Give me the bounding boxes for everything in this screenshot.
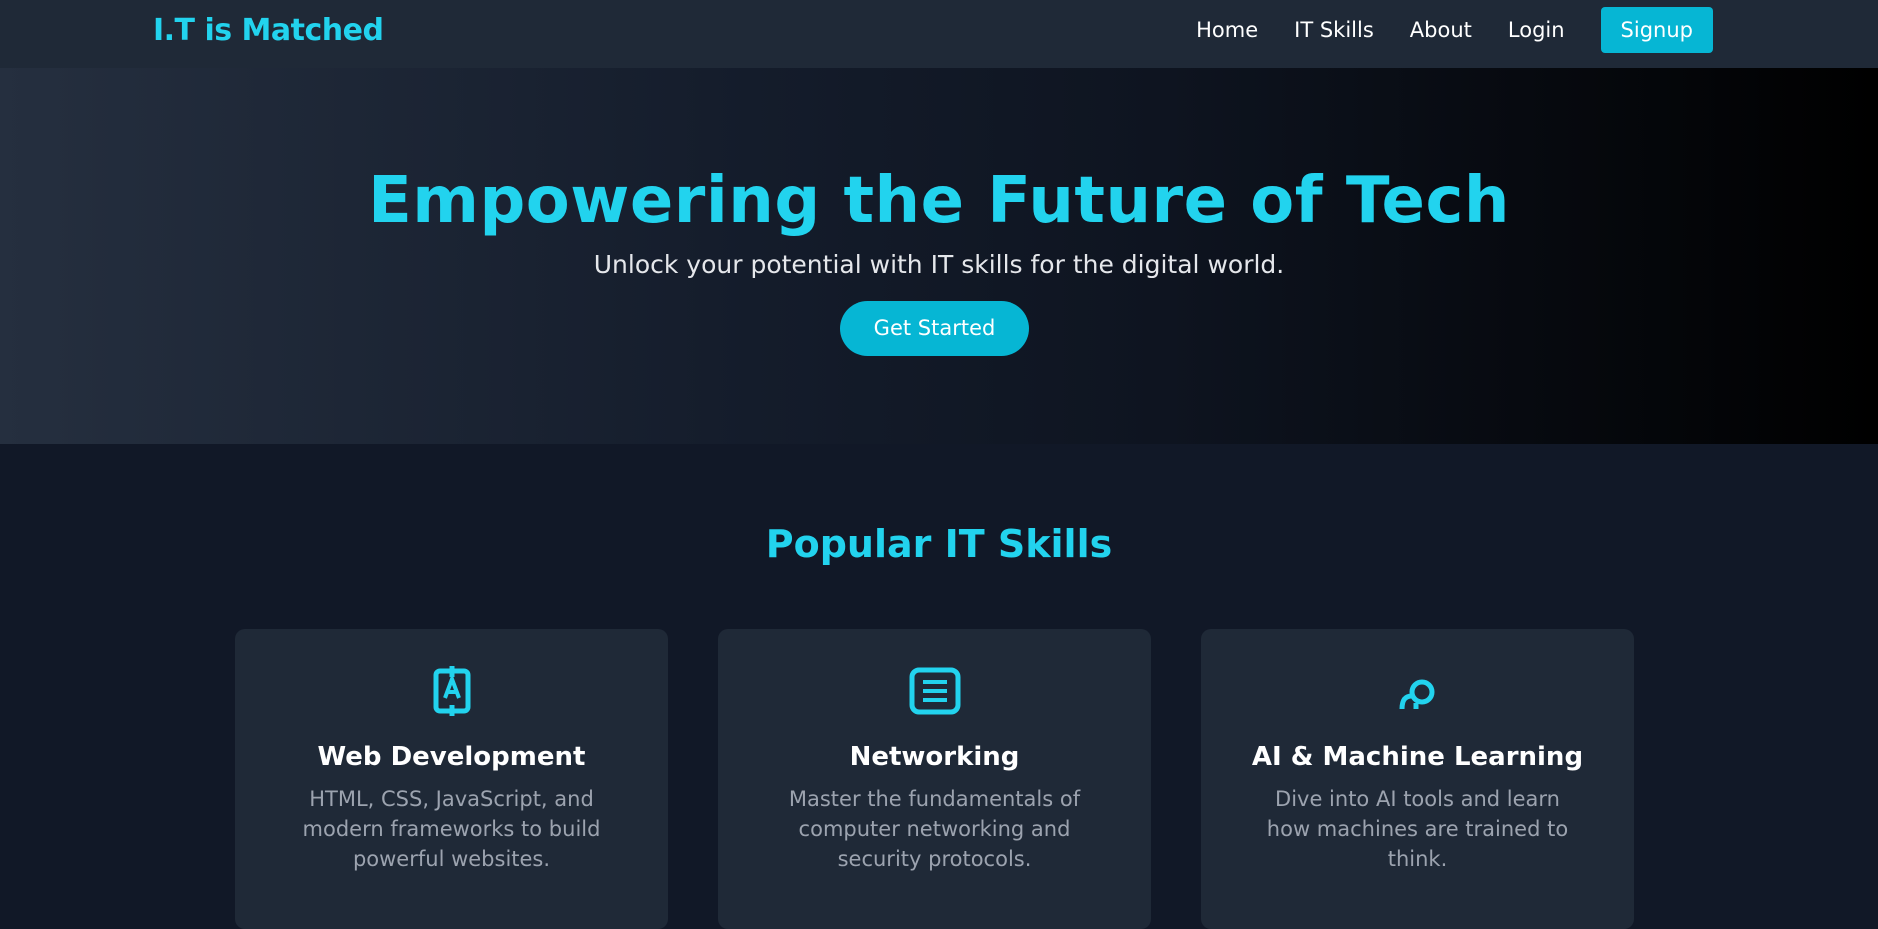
code-slash-icon	[235, 663, 668, 719]
nav-links: Home IT Skills About Login Signup	[1196, 7, 1713, 53]
get-started-button[interactable]: Get Started	[840, 301, 1029, 356]
skill-card-description: Master the fundamentals of computer netw…	[788, 787, 1081, 871]
nav-link-login[interactable]: Login	[1508, 18, 1565, 42]
skill-card-title: AI & Machine Learning	[1251, 742, 1584, 772]
document-lines-icon	[718, 663, 1151, 719]
brain-icon	[1201, 663, 1634, 719]
hero-section: Empowering the Future of Tech Unlock you…	[0, 68, 1878, 444]
skill-card-networking[interactable]: Networking Master the fundamentals of co…	[718, 629, 1151, 929]
skills-section: Popular IT Skills Web Development HTML, …	[0, 444, 1878, 929]
nav-link-about[interactable]: About	[1410, 18, 1472, 42]
skill-card-description: Dive into AI tools and learn how machine…	[1266, 787, 1569, 871]
skill-card-title: Web Development	[317, 742, 586, 772]
skills-heading: Popular IT Skills	[765, 522, 1113, 566]
brand-logo[interactable]: I.T is Matched	[153, 13, 384, 48]
signup-button[interactable]: Signup	[1600, 7, 1713, 53]
top-navbar: I.T is Matched Home IT Skills About Logi…	[0, 0, 1878, 68]
skill-card-description: HTML, CSS, JavaScript, and modern framew…	[302, 787, 601, 871]
nav-link-home[interactable]: Home	[1196, 18, 1258, 42]
hero-title: Empowering the Future of Tech	[368, 164, 1510, 238]
skill-card-web-development[interactable]: Web Development HTML, CSS, JavaScript, a…	[235, 629, 668, 929]
skill-card-title: Networking	[849, 742, 1020, 772]
nav-link-it-skills[interactable]: IT Skills	[1294, 18, 1374, 42]
skill-card-ai-ml[interactable]: AI & Machine Learning Dive into AI tools…	[1201, 629, 1634, 929]
hero-subtitle: Unlock your potential with IT skills for…	[593, 250, 1285, 279]
